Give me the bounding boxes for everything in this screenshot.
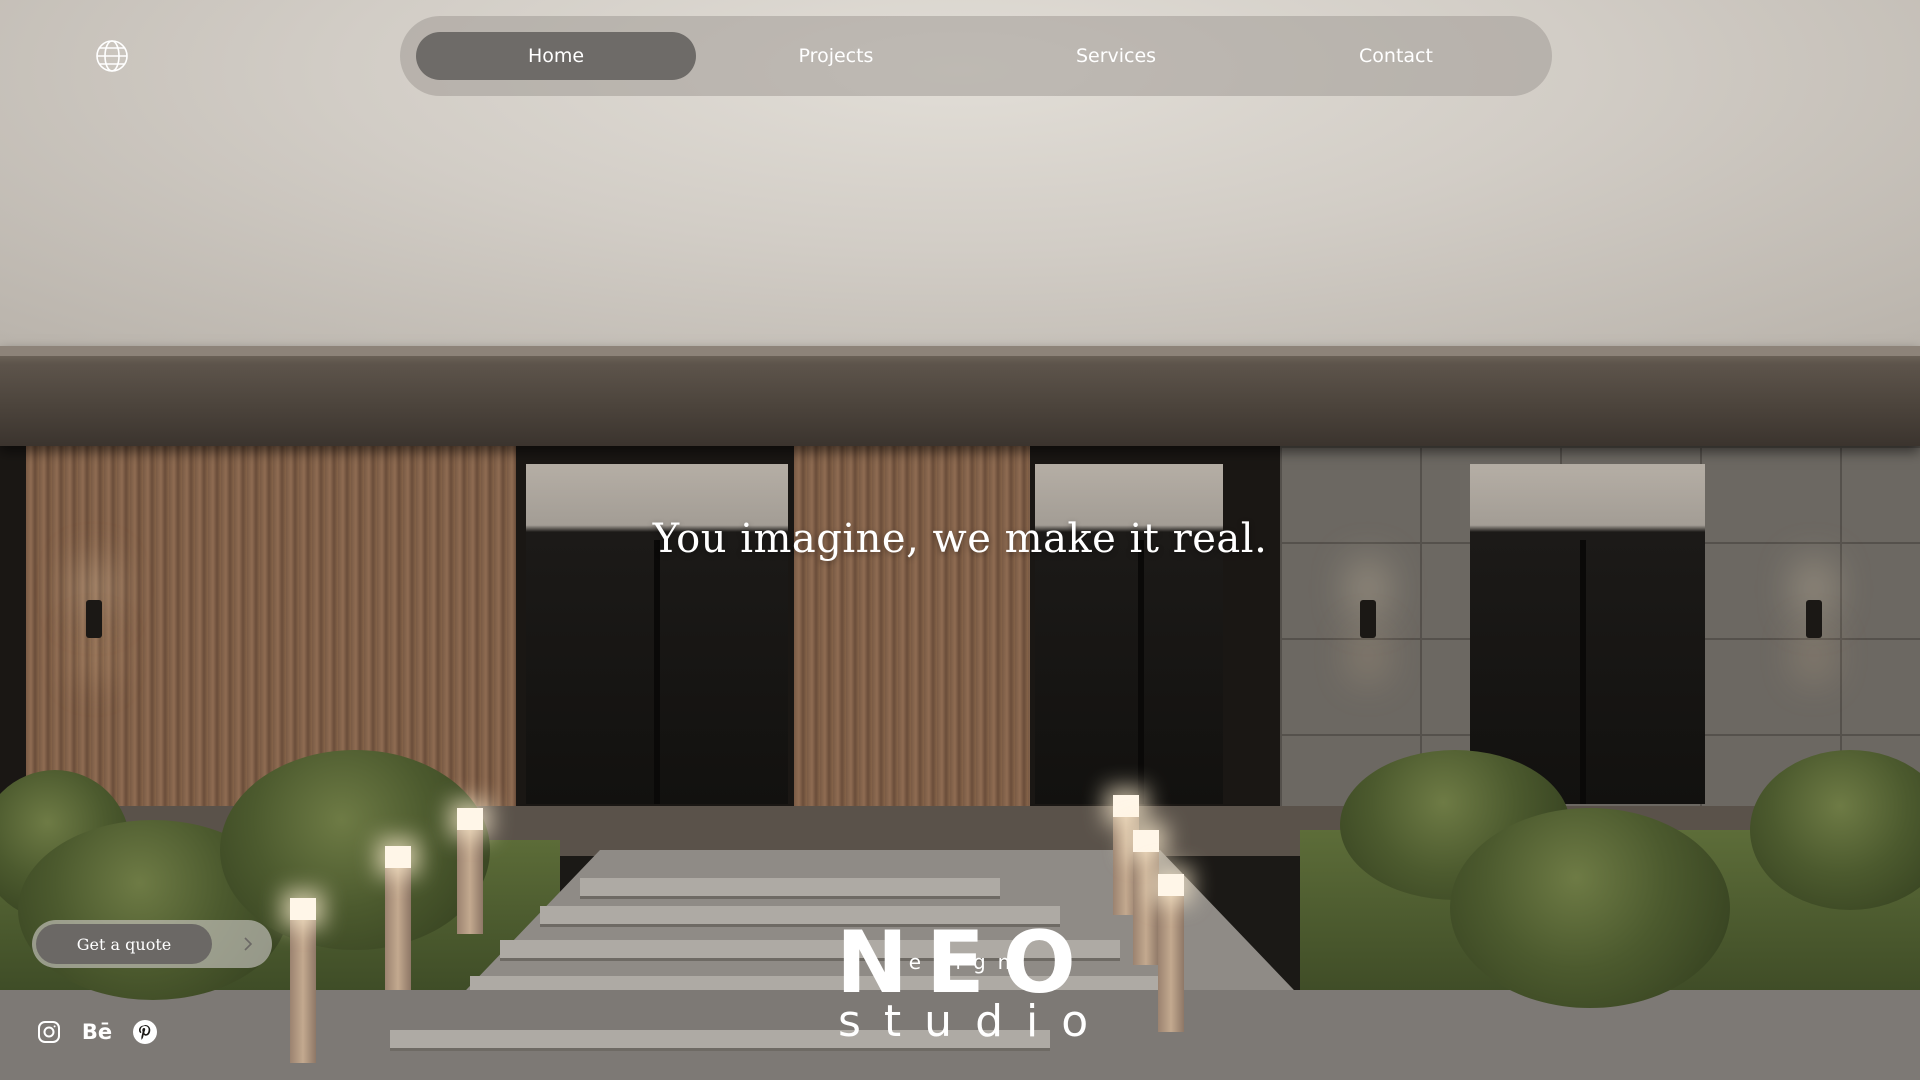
get-quote-label: Get a quote	[36, 924, 212, 964]
nav-item-home[interactable]: Home	[416, 32, 696, 80]
behance-icon[interactable]: Bē	[82, 1019, 112, 1045]
nav-item-services[interactable]: Services	[976, 32, 1256, 80]
instagram-icon[interactable]	[36, 1019, 62, 1045]
nav-item-contact[interactable]: Contact	[1256, 32, 1536, 80]
logo-design-text: design	[884, 950, 1023, 974]
pinterest-icon[interactable]	[132, 1019, 158, 1045]
nav-item-projects[interactable]: Projects	[696, 32, 976, 80]
neo-design-studio-logo[interactable]: NEO design studio	[836, 920, 1088, 1044]
social-links: Bē	[36, 1019, 158, 1045]
hero-headline: You imagine, we make it real.	[652, 516, 1268, 562]
globe-icon[interactable]	[95, 39, 129, 73]
get-quote-button[interactable]: Get a quote	[32, 920, 272, 968]
logo-studio-text: studio	[838, 996, 1112, 1047]
chevron-right-icon	[240, 936, 256, 952]
main-nav: Home Projects Services Contact	[400, 16, 1552, 96]
